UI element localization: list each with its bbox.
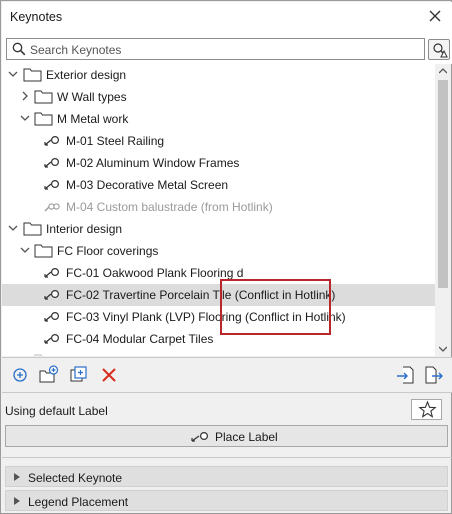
keynote-icon (44, 136, 59, 146)
triangle-right-icon (14, 497, 20, 505)
tree-folder-interior-design[interactable]: Interior design (2, 218, 435, 240)
add-keynote-icon[interactable] (10, 365, 30, 385)
folder-icon (34, 112, 53, 126)
place-label-text: Place Label (215, 430, 278, 444)
scrollbar-thumb[interactable] (438, 80, 448, 288)
tree-label: M-02 Aluminum Window Frames (66, 156, 240, 170)
tree-label: W Wall types (57, 90, 127, 104)
tree-keynote-m04[interactable]: M-04 Custom balustrade (from Hotlink) (2, 196, 435, 218)
tree-label: FC-01 Oakwood Plank Flooring d (66, 266, 244, 280)
accordion-selected-keynote[interactable]: Selected Keynote (5, 466, 448, 487)
tree-label: FC-02 Travertine Porcelain Tile (Conflic… (66, 288, 336, 302)
folder-icon (23, 68, 42, 82)
accordion-label: Selected Keynote (28, 471, 123, 485)
chevron-down-icon[interactable] (8, 69, 18, 79)
keynote-icon (44, 158, 59, 168)
accordion-legend-placement[interactable]: Legend Placement (5, 490, 448, 511)
tree-label: Exterior design (46, 68, 127, 82)
panel-title: Keynotes (10, 10, 63, 24)
keynote-icon (44, 180, 59, 190)
add-folder-icon[interactable] (39, 365, 59, 385)
hotlink-keynote-icon (44, 203, 60, 212)
search-filter-icon (433, 43, 448, 58)
hotlink-filter-button[interactable] (428, 39, 450, 60)
tree-folder-floor-coverings[interactable]: FC Floor coverings (2, 240, 435, 262)
place-label-button[interactable]: Place Label (5, 425, 448, 447)
chevron-down-icon[interactable] (8, 223, 18, 233)
search-input[interactable]: Search Keynotes (6, 38, 425, 60)
folder-icon (23, 222, 42, 236)
chevron-down-icon[interactable] (20, 245, 30, 255)
tree-keynote-m02[interactable]: M-02 Aluminum Window Frames (2, 152, 435, 174)
chevron-right-icon[interactable] (20, 91, 30, 101)
tree-label: M-03 Decorative Metal Screen (66, 178, 229, 192)
tree-folder-wall-types[interactable]: W Wall types (2, 86, 435, 108)
label-status-text: Using default Label (5, 404, 108, 418)
tree-label: M-04 Custom balustrade (from Hotlink) (66, 200, 273, 214)
tree-row-partial (2, 350, 435, 356)
delete-icon[interactable] (99, 365, 119, 385)
triangle-right-icon (14, 473, 20, 481)
tree-label: M-01 Steel Railing (66, 134, 165, 148)
add-subitem-icon[interactable] (69, 365, 89, 385)
search-icon (12, 42, 26, 56)
keynote-icon (44, 290, 59, 300)
tree-keynote-fc04[interactable]: FC-04 Modular Carpet Tiles (2, 328, 435, 350)
tree-keynote-m03[interactable]: M-03 Decorative Metal Screen (2, 174, 435, 196)
tree-label: FC-04 Modular Carpet Tiles (66, 332, 214, 346)
keynote-icon (44, 268, 59, 278)
star-icon (418, 400, 437, 418)
accordion-label: Legend Placement (28, 495, 129, 509)
import-icon[interactable] (395, 365, 415, 385)
tree-label: FC Floor coverings (57, 244, 159, 258)
keynote-toolbar (2, 358, 452, 392)
tree-folder-metal-work[interactable]: M Metal work (2, 108, 435, 130)
chevron-down-icon[interactable] (20, 113, 30, 123)
tree-label: Interior design (46, 222, 123, 236)
tree-label: FC-03 Vinyl Plank (LVP) Flooring (Confli… (66, 310, 346, 324)
tree-keynote-m01[interactable]: M-01 Steel Railing (2, 130, 435, 152)
keynote-tree: Exterior design W Wall types M Metal wor… (2, 64, 435, 356)
scroll-down-icon[interactable] (439, 346, 447, 352)
divider (2, 457, 452, 458)
keynote-icon (44, 334, 59, 344)
tree-keynote-fc01[interactable]: FC-01 Oakwood Plank Flooring d (2, 262, 435, 284)
favorite-label-button[interactable] (411, 399, 442, 420)
close-icon[interactable] (426, 7, 444, 25)
keynote-icon (44, 312, 59, 322)
tree-label: M Metal work (57, 112, 129, 126)
divider (2, 392, 452, 393)
keynotes-panel: Keynotes Search Keynotes Exterior design… (0, 0, 452, 514)
title-bar: Keynotes (2, 2, 452, 32)
folder-icon (34, 354, 43, 356)
tree-scrollbar[interactable] (435, 64, 451, 356)
search-row: Search Keynotes (2, 32, 452, 64)
folder-icon (34, 244, 53, 258)
tree-keynote-fc02[interactable]: FC-02 Travertine Porcelain Tile (Conflic… (2, 284, 435, 306)
keynote-label-icon (191, 432, 208, 442)
tree-keynote-fc03[interactable]: FC-03 Vinyl Plank (LVP) Flooring (Confli… (2, 306, 435, 328)
tree-folder-exterior-design[interactable]: Exterior design (2, 64, 435, 86)
folder-icon (34, 90, 53, 104)
scroll-up-icon[interactable] (439, 68, 447, 74)
search-placeholder: Search Keynotes (30, 43, 122, 57)
export-icon[interactable] (424, 365, 444, 385)
